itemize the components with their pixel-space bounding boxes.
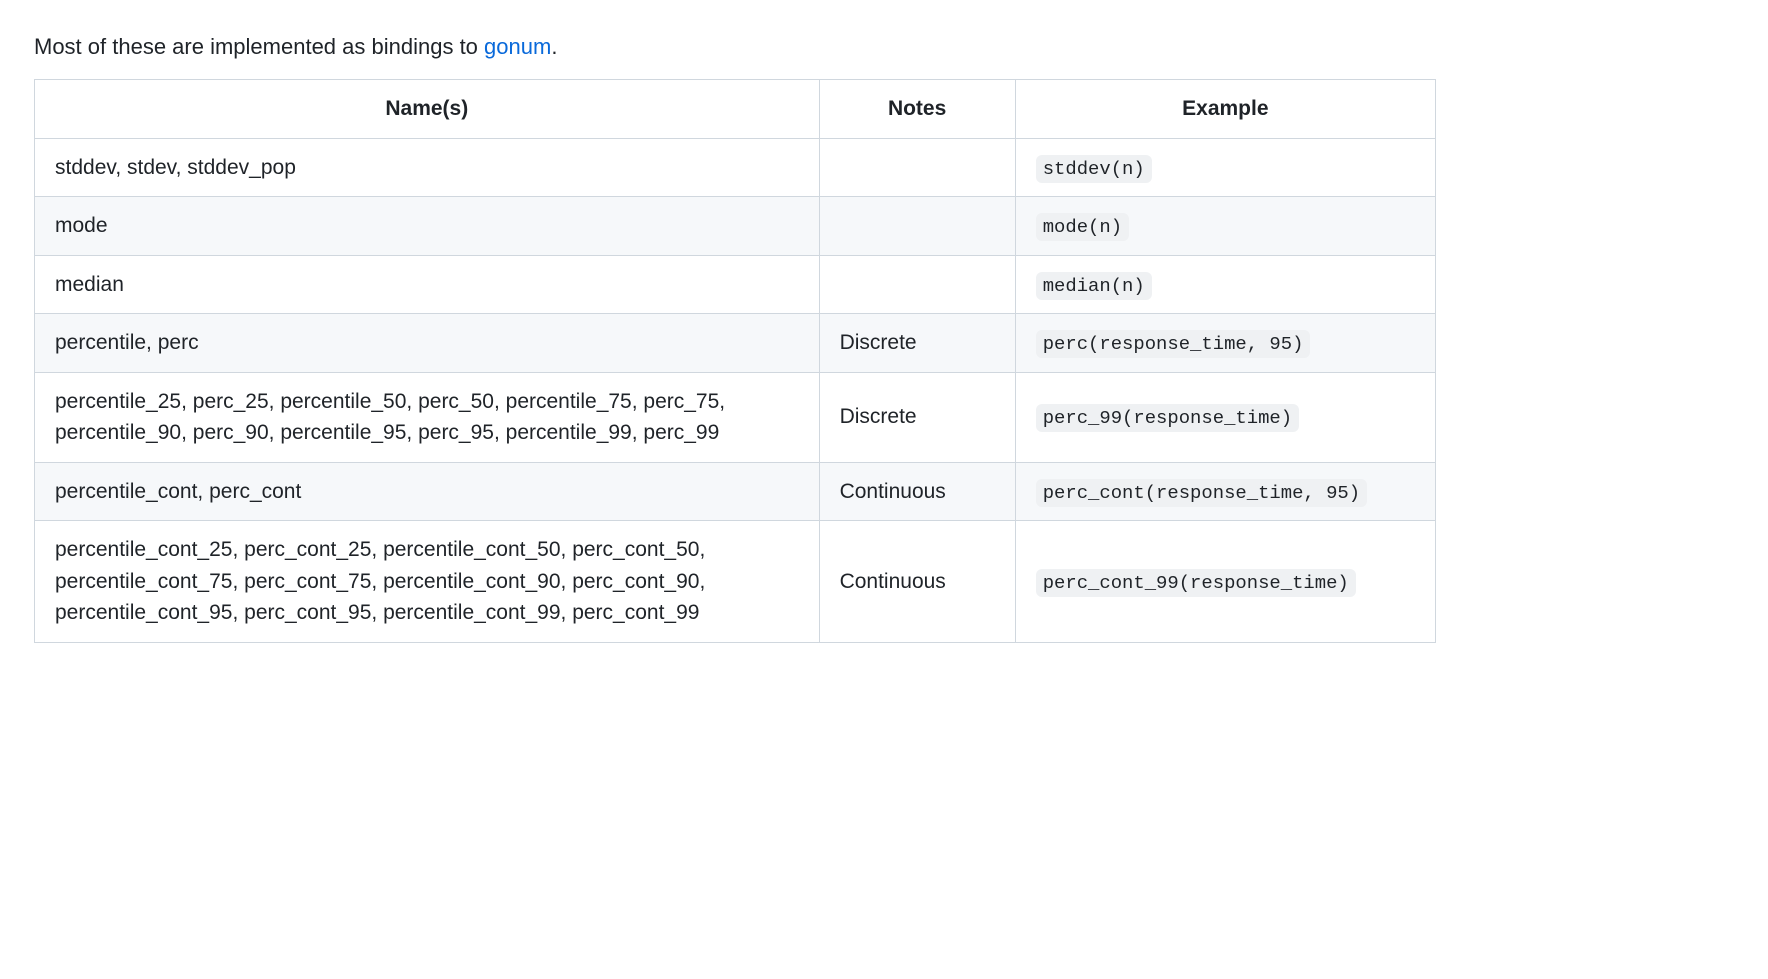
col-header-name: Name(s) [35, 80, 820, 139]
table-header-row: Name(s) Notes Example [35, 80, 1436, 139]
cell-notes: Continuous [819, 462, 1015, 521]
intro-text-suffix: . [551, 34, 557, 59]
table-row: percentile_cont, perc_cont Continuous pe… [35, 462, 1436, 521]
example-code: perc_99(response_time) [1036, 404, 1299, 432]
cell-notes [819, 138, 1015, 197]
cell-example: perc_99(response_time) [1015, 372, 1435, 462]
example-code: perc_cont(response_time, 95) [1036, 479, 1367, 507]
cell-notes [819, 197, 1015, 256]
cell-example: perc(response_time, 95) [1015, 314, 1435, 373]
table-row: stddev, stdev, stddev_pop stddev(n) [35, 138, 1436, 197]
cell-example: perc_cont_99(response_time) [1015, 521, 1435, 643]
cell-notes [819, 255, 1015, 314]
example-code: mode(n) [1036, 213, 1129, 241]
intro-paragraph: Most of these are implemented as binding… [34, 30, 1436, 63]
gonum-link[interactable]: gonum [484, 34, 551, 59]
functions-table: Name(s) Notes Example stddev, stdev, std… [34, 79, 1436, 643]
cell-example: median(n) [1015, 255, 1435, 314]
cell-name: percentile_cont_25, perc_cont_25, percen… [35, 521, 820, 643]
cell-notes: Discrete [819, 372, 1015, 462]
cell-name: percentile_cont, perc_cont [35, 462, 820, 521]
cell-name: percentile, perc [35, 314, 820, 373]
cell-name: mode [35, 197, 820, 256]
cell-notes: Continuous [819, 521, 1015, 643]
cell-name: median [35, 255, 820, 314]
example-code: perc(response_time, 95) [1036, 330, 1311, 358]
table-row: percentile_25, perc_25, percentile_50, p… [35, 372, 1436, 462]
intro-text-prefix: Most of these are implemented as binding… [34, 34, 484, 59]
example-code: perc_cont_99(response_time) [1036, 569, 1356, 597]
example-code: stddev(n) [1036, 155, 1152, 183]
col-header-example: Example [1015, 80, 1435, 139]
table-row: mode mode(n) [35, 197, 1436, 256]
cell-notes: Discrete [819, 314, 1015, 373]
cell-name: percentile_25, perc_25, percentile_50, p… [35, 372, 820, 462]
cell-example: perc_cont(response_time, 95) [1015, 462, 1435, 521]
table-row: median median(n) [35, 255, 1436, 314]
col-header-notes: Notes [819, 80, 1015, 139]
table-row: percentile_cont_25, perc_cont_25, percen… [35, 521, 1436, 643]
table-row: percentile, perc Discrete perc(response_… [35, 314, 1436, 373]
cell-example: stddev(n) [1015, 138, 1435, 197]
example-code: median(n) [1036, 272, 1152, 300]
cell-name: stddev, stdev, stddev_pop [35, 138, 820, 197]
cell-example: mode(n) [1015, 197, 1435, 256]
